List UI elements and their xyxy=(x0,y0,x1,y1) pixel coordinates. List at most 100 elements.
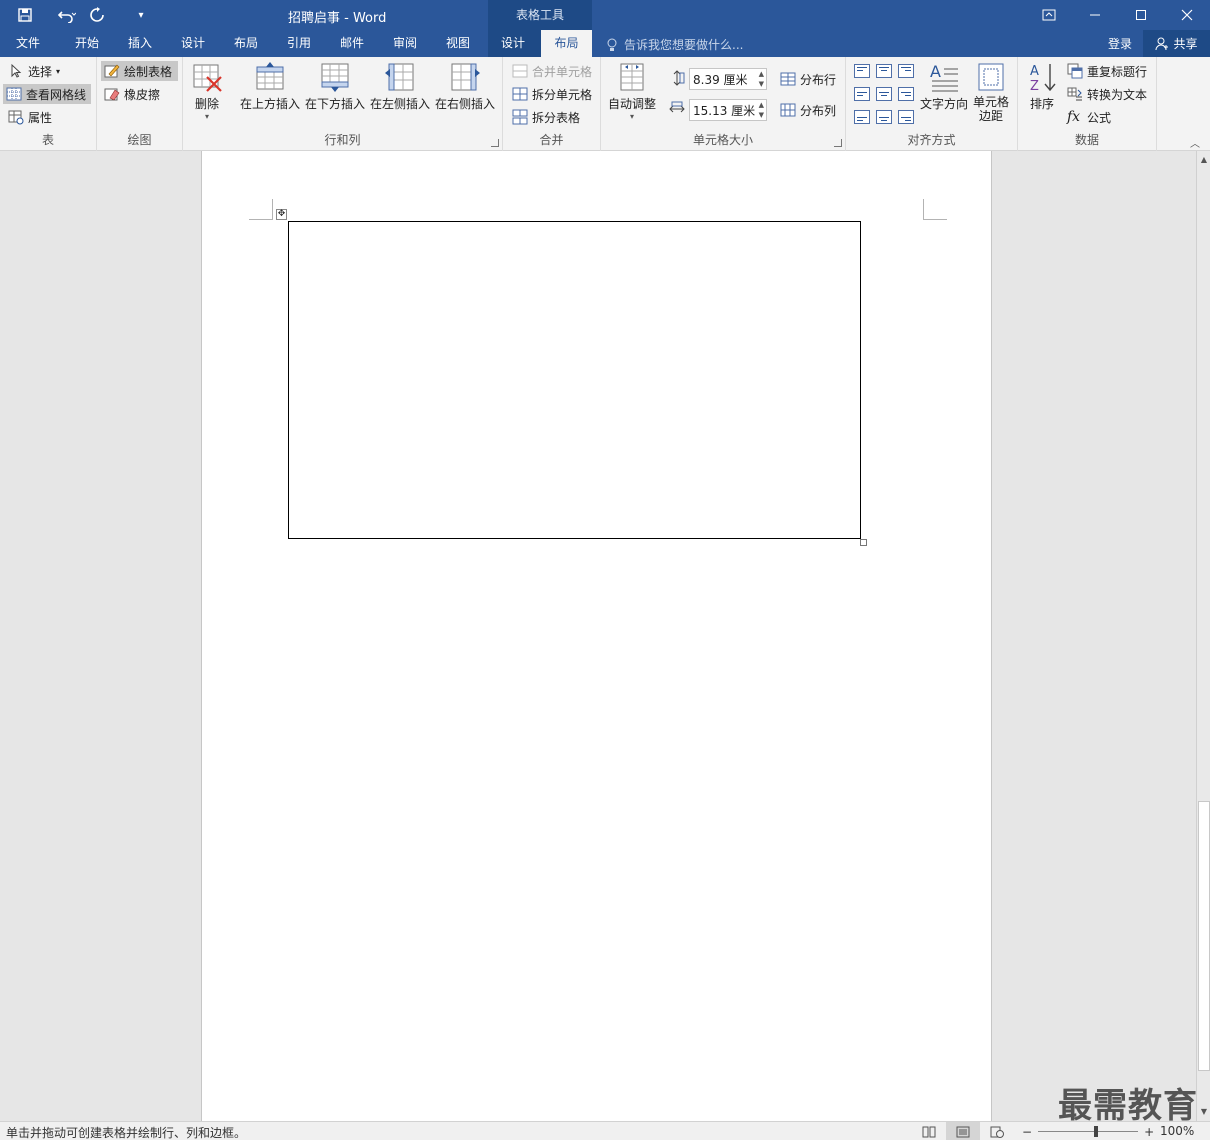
insert-below-button[interactable]: 在下方插入 xyxy=(303,61,367,112)
select-button[interactable]: 选择 ▾ xyxy=(5,61,63,81)
text-direction-button[interactable]: A 文字方向 xyxy=(918,61,970,112)
split-cells-button[interactable]: 拆分单元格 xyxy=(509,84,595,104)
autofit-button[interactable]: 自动调整 ▾ xyxy=(605,61,659,121)
insert-above-button[interactable]: 在上方插入 xyxy=(238,61,302,112)
read-mode-icon[interactable] xyxy=(912,1122,946,1140)
customize-qat-icon[interactable]: ▾ xyxy=(126,1,156,29)
person-icon xyxy=(1155,37,1169,50)
spinner-arrows-icon[interactable]: ▲ ▼ xyxy=(759,69,764,89)
align-middle-center-icon[interactable] xyxy=(876,87,892,101)
sign-in-link[interactable]: 登录 xyxy=(1108,35,1132,52)
tab-review[interactable]: 审阅 xyxy=(382,30,428,57)
convert-to-text-button[interactable]: 转换为文本 xyxy=(1064,84,1150,104)
zoom-knob[interactable] xyxy=(1094,1126,1099,1137)
align-middle-left-icon[interactable] xyxy=(854,87,870,101)
merge-cells-icon xyxy=(512,64,528,78)
view-gridlines-button[interactable]: 查看网格线 xyxy=(3,84,91,104)
save-icon[interactable] xyxy=(10,1,40,29)
cell-margins-icon xyxy=(978,63,1004,91)
share-label: 共享 xyxy=(1173,37,1198,51)
ribbon-display-options-icon[interactable] xyxy=(1026,0,1072,30)
delete-table-icon xyxy=(193,64,222,92)
tab-mailings[interactable]: 邮件 xyxy=(329,30,375,57)
formula-button[interactable]: fx 公式 xyxy=(1064,107,1114,127)
tab-insert[interactable]: 插入 xyxy=(117,30,163,57)
distribute-columns-button[interactable]: 分布列 xyxy=(777,100,839,120)
drawn-table[interactable] xyxy=(288,221,861,539)
ribbon-tabs: 文件 开始 插入 设计 布局 引用 邮件 审阅 视图 设计 布局 告诉我您想要做… xyxy=(0,30,1210,57)
vertical-scrollbar[interactable]: ▲ ▼ xyxy=(1196,151,1210,1121)
draw-table-button[interactable]: 绘制表格 xyxy=(101,61,178,81)
repeat-header-rows-button[interactable]: 重复标题行 xyxy=(1064,61,1150,81)
maximize-icon[interactable] xyxy=(1118,0,1164,30)
insert-right-button[interactable]: 在右侧插入 xyxy=(433,61,497,112)
tab-references[interactable]: 引用 xyxy=(276,30,322,57)
tell-me-box[interactable]: 告诉我您想要做什么... xyxy=(606,36,743,53)
scroll-thumb[interactable] xyxy=(1198,801,1210,1071)
tab-table-design[interactable]: 设计 xyxy=(490,30,536,57)
text-direction-icon: A xyxy=(930,62,958,92)
scroll-down-icon[interactable]: ▼ xyxy=(1197,1105,1210,1119)
lightbulb-icon xyxy=(607,38,617,51)
eraser-button[interactable]: 橡皮擦 xyxy=(101,84,163,104)
close-icon[interactable] xyxy=(1164,0,1210,30)
dropdown-arrow-icon: ▾ xyxy=(56,66,61,76)
scroll-up-icon[interactable]: ▲ xyxy=(1197,153,1210,167)
spinner-arrows-icon[interactable]: ▲ ▼ xyxy=(759,100,764,120)
align-top-left-icon[interactable] xyxy=(854,64,870,78)
repeat-header-icon xyxy=(1067,63,1083,79)
minimize-icon[interactable] xyxy=(1072,0,1118,30)
group-label-data: 数据 xyxy=(1074,133,1099,147)
group-rows-columns: 删除 ▾ 在上方插入 在下方插入 在左侧插入 在右侧插入 行和列 xyxy=(183,57,503,151)
print-layout-icon[interactable] xyxy=(946,1122,980,1140)
crop-mark-top-left xyxy=(249,199,273,220)
title-bar: ▾ 招聘启事 - Word 表格工具 xyxy=(0,0,1210,30)
merge-cells-button[interactable]: 合并单元格 xyxy=(509,61,595,81)
tab-table-layout[interactable]: 布局 xyxy=(541,30,592,57)
status-bar: 单击并拖动可创建表格并绘制行、列和边框。 − + 100% xyxy=(0,1121,1210,1140)
column-width-input[interactable]: 15.13 厘米 ▲ ▼ xyxy=(689,99,767,121)
tab-view[interactable]: 视图 xyxy=(435,30,481,57)
zoom-out-icon[interactable]: − xyxy=(1022,1125,1032,1139)
ribbon: 选择 ▾ 查看网格线 属性 表 绘制表格 橡皮擦 绘图 删除 ▾ 在上方插入 在… xyxy=(0,57,1210,151)
tab-page-layout[interactable]: 布局 xyxy=(223,30,269,57)
sort-button[interactable]: AZ 排序 xyxy=(1024,61,1060,112)
table-move-handle-icon[interactable]: ✥ xyxy=(276,209,287,220)
row-height-input[interactable]: 8.39 厘米 ▲ ▼ xyxy=(689,68,767,90)
svg-text:A: A xyxy=(1030,64,1039,79)
split-table-button[interactable]: 拆分表格 xyxy=(509,107,583,127)
group-label-alignment: 对齐方式 xyxy=(907,133,956,147)
group-draw: 绘制表格 橡皮擦 绘图 xyxy=(97,57,183,151)
window-controls xyxy=(1026,0,1210,30)
align-bottom-right-icon[interactable] xyxy=(898,110,914,124)
tab-home[interactable]: 开始 xyxy=(64,30,110,57)
align-bottom-left-icon[interactable] xyxy=(854,110,870,124)
align-bottom-center-icon[interactable] xyxy=(876,110,892,124)
align-middle-right-icon[interactable] xyxy=(898,87,914,101)
distribute-rows-button[interactable]: 分布行 xyxy=(777,69,839,89)
tab-file[interactable]: 文件 xyxy=(6,30,50,57)
insert-left-button[interactable]: 在左侧插入 xyxy=(368,61,432,112)
document-title: 招聘启事 - Word xyxy=(288,11,387,26)
dropdown-arrow-icon: ▾ xyxy=(629,112,634,121)
group-alignment: A 文字方向 单元格 边距 对齐方式 xyxy=(846,57,1018,151)
properties-button[interactable]: 属性 xyxy=(5,107,55,127)
undo-icon[interactable] xyxy=(52,1,82,29)
tell-me-text: 告诉我您想要做什么... xyxy=(624,38,744,52)
cell-margins-button[interactable]: 单元格 边距 xyxy=(970,61,1012,123)
share-button[interactable]: 共享 xyxy=(1143,30,1210,57)
table-tools-label: 表格工具 xyxy=(488,0,592,30)
document-page[interactable]: ✥ xyxy=(201,151,992,1121)
web-layout-icon[interactable] xyxy=(980,1122,1014,1140)
distribute-rows-icon xyxy=(780,72,796,86)
tab-design[interactable]: 设计 xyxy=(170,30,216,57)
sort-icon: AZ xyxy=(1030,64,1056,93)
table-resize-handle[interactable] xyxy=(860,539,867,546)
collapse-ribbon-icon[interactable]: ︿ xyxy=(1190,135,1200,150)
delete-button[interactable]: 删除 ▾ xyxy=(189,61,225,121)
group-cell-size: 自动调整 ▾ 8.39 厘米 ▲ ▼ 15.13 厘米 ▲ ▼ 分布行 分布列 单元… xyxy=(601,57,846,151)
redo-icon[interactable] xyxy=(82,1,112,29)
align-top-center-icon[interactable] xyxy=(876,64,892,78)
insert-row-below-icon xyxy=(321,63,349,92)
align-top-right-icon[interactable] xyxy=(898,64,914,78)
